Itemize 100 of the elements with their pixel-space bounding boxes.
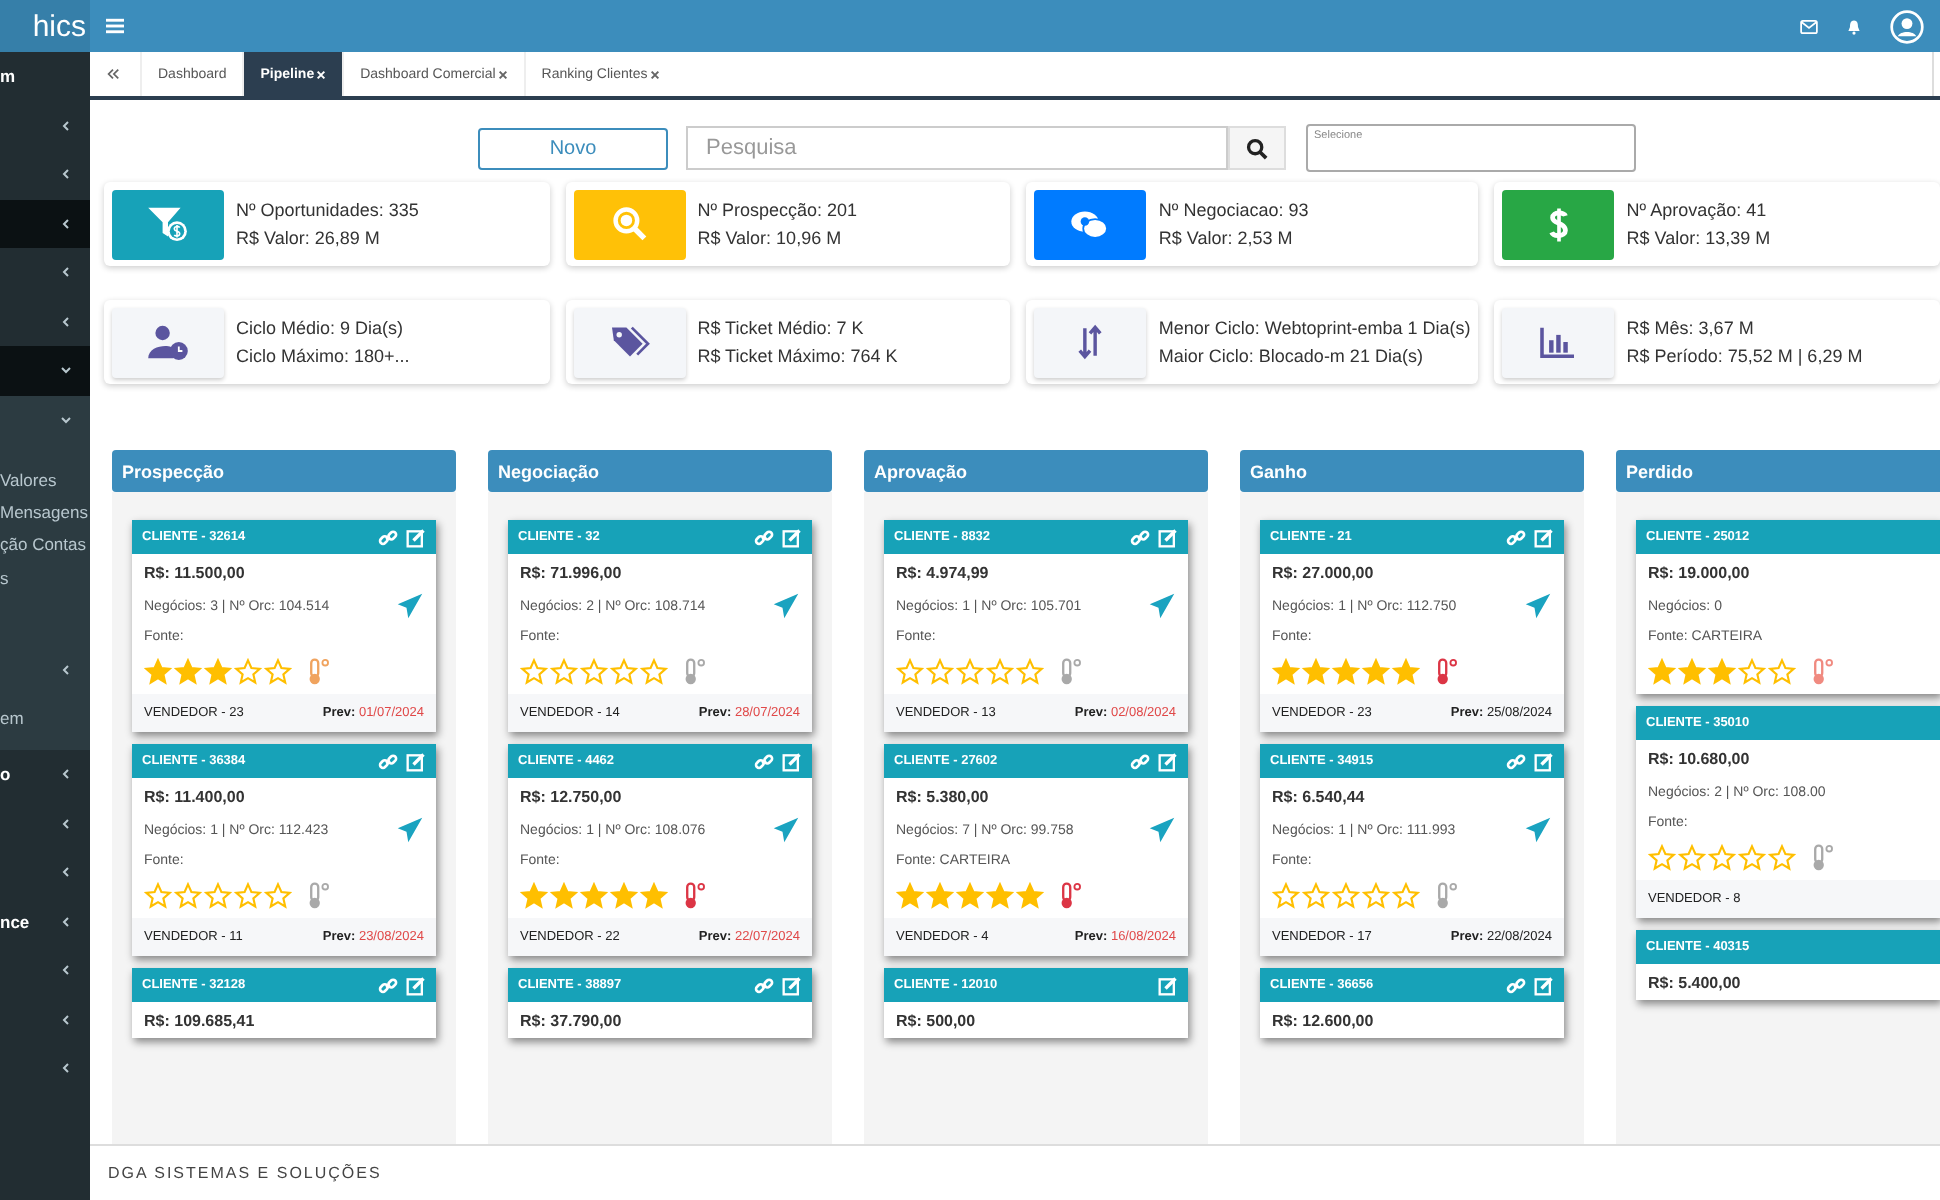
new-button[interactable]: Novo xyxy=(478,127,668,169)
star-outline-icon[interactable] xyxy=(234,882,262,910)
star-rating[interactable] xyxy=(1648,844,1796,872)
star-rating[interactable] xyxy=(144,658,292,686)
link-icon[interactable] xyxy=(378,751,398,771)
star-outline-icon[interactable] xyxy=(1392,882,1420,910)
edit-icon[interactable] xyxy=(1534,527,1554,547)
edit-icon[interactable] xyxy=(1158,975,1178,995)
star-outline-icon[interactable] xyxy=(174,882,202,910)
star-filled-icon[interactable] xyxy=(550,882,578,910)
star-outline-icon[interactable] xyxy=(550,658,578,686)
star-rating[interactable] xyxy=(896,658,1044,686)
star-filled-icon[interactable] xyxy=(956,882,984,910)
link-icon[interactable] xyxy=(754,975,774,995)
star-outline-icon[interactable] xyxy=(1362,882,1390,910)
star-outline-icon[interactable] xyxy=(204,882,232,910)
star-filled-icon[interactable] xyxy=(640,882,668,910)
edit-icon[interactable] xyxy=(782,975,802,995)
sidebar-item[interactable] xyxy=(0,346,90,395)
edit-icon[interactable] xyxy=(1534,975,1554,995)
bell-icon[interactable] xyxy=(1846,17,1862,35)
link-icon[interactable] xyxy=(754,751,774,771)
star-filled-icon[interactable] xyxy=(1272,658,1300,686)
star-filled-icon[interactable] xyxy=(1678,658,1706,686)
link-icon[interactable] xyxy=(1130,527,1150,547)
paper-plane-icon[interactable] xyxy=(396,592,424,620)
star-rating[interactable] xyxy=(1272,882,1420,910)
link-icon[interactable] xyxy=(378,975,398,995)
star-outline-icon[interactable] xyxy=(264,882,292,910)
edit-icon[interactable] xyxy=(1158,527,1178,547)
star-filled-icon[interactable] xyxy=(520,882,548,910)
star-outline-icon[interactable] xyxy=(896,658,924,686)
star-rating[interactable] xyxy=(896,882,1044,910)
star-filled-icon[interactable] xyxy=(926,882,954,910)
star-rating[interactable] xyxy=(1272,658,1420,686)
star-outline-icon[interactable] xyxy=(610,658,638,686)
link-icon[interactable] xyxy=(1130,751,1150,771)
star-filled-icon[interactable] xyxy=(610,882,638,910)
paper-plane-icon[interactable] xyxy=(1148,592,1176,620)
star-outline-icon[interactable] xyxy=(234,658,262,686)
paper-plane-icon[interactable] xyxy=(772,592,800,620)
star-outline-icon[interactable] xyxy=(1272,882,1300,910)
star-outline-icon[interactable] xyxy=(926,658,954,686)
star-filled-icon[interactable] xyxy=(204,658,232,686)
edit-icon[interactable] xyxy=(406,975,426,995)
link-icon[interactable] xyxy=(1506,751,1526,771)
sidebar-item[interactable]: nce xyxy=(0,897,90,947)
star-outline-icon[interactable] xyxy=(144,882,172,910)
sidebar-item[interactable]: o xyxy=(0,750,90,800)
sidebar-item[interactable] xyxy=(0,199,90,248)
star-outline-icon[interactable] xyxy=(1332,882,1360,910)
star-filled-icon[interactable] xyxy=(1648,658,1676,686)
star-outline-icon[interactable] xyxy=(264,658,292,686)
star-filled-icon[interactable] xyxy=(1708,658,1736,686)
link-icon[interactable] xyxy=(1506,527,1526,547)
star-filled-icon[interactable] xyxy=(896,882,924,910)
star-rating[interactable] xyxy=(520,882,668,910)
star-outline-icon[interactable] xyxy=(1678,844,1706,872)
star-filled-icon[interactable] xyxy=(580,882,608,910)
star-outline-icon[interactable] xyxy=(956,658,984,686)
star-outline-icon[interactable] xyxy=(1648,844,1676,872)
star-outline-icon[interactable] xyxy=(1738,844,1766,872)
star-outline-icon[interactable] xyxy=(1738,658,1766,686)
close-icon[interactable] xyxy=(497,69,508,79)
star-filled-icon[interactable] xyxy=(1016,882,1044,910)
edit-icon[interactable] xyxy=(782,751,802,771)
search-field[interactable]: Pesquisa xyxy=(686,126,1228,170)
edit-icon[interactable] xyxy=(406,527,426,547)
star-outline-icon[interactable] xyxy=(520,658,548,686)
star-outline-icon[interactable] xyxy=(1708,844,1736,872)
link-icon[interactable] xyxy=(378,527,398,547)
star-outline-icon[interactable] xyxy=(1768,844,1796,872)
edit-icon[interactable] xyxy=(406,751,426,771)
edit-icon[interactable] xyxy=(1534,751,1554,771)
menu-icon[interactable] xyxy=(106,18,124,34)
edit-icon[interactable] xyxy=(1158,751,1178,771)
sidebar-item[interactable]: ção Contas xyxy=(0,528,90,562)
link-icon[interactable] xyxy=(1506,975,1526,995)
star-filled-icon[interactable] xyxy=(1302,658,1330,686)
user-avatar-icon[interactable] xyxy=(1890,9,1924,43)
paper-plane-icon[interactable] xyxy=(1148,816,1176,844)
star-filled-icon[interactable] xyxy=(174,658,202,686)
star-rating[interactable] xyxy=(1648,658,1796,686)
star-outline-icon[interactable] xyxy=(986,658,1014,686)
star-filled-icon[interactable] xyxy=(1392,658,1420,686)
star-outline-icon[interactable] xyxy=(1768,658,1796,686)
mail-icon[interactable] xyxy=(1800,19,1818,33)
close-icon[interactable] xyxy=(649,69,660,79)
sidebar-item[interactable]: m xyxy=(0,52,90,101)
edit-icon[interactable] xyxy=(782,527,802,547)
sidebar-item[interactable]: s xyxy=(0,561,90,595)
star-outline-icon[interactable] xyxy=(1016,658,1044,686)
sidebar-item[interactable]: Valores xyxy=(0,463,90,496)
star-filled-icon[interactable] xyxy=(986,882,1014,910)
double-chevron-left-icon[interactable] xyxy=(106,68,120,80)
star-outline-icon[interactable] xyxy=(580,658,608,686)
paper-plane-icon[interactable] xyxy=(1524,816,1552,844)
sidebar-item[interactable]: Mensagens xyxy=(0,495,90,529)
star-filled-icon[interactable] xyxy=(1332,658,1360,686)
paper-plane-icon[interactable] xyxy=(1524,592,1552,620)
